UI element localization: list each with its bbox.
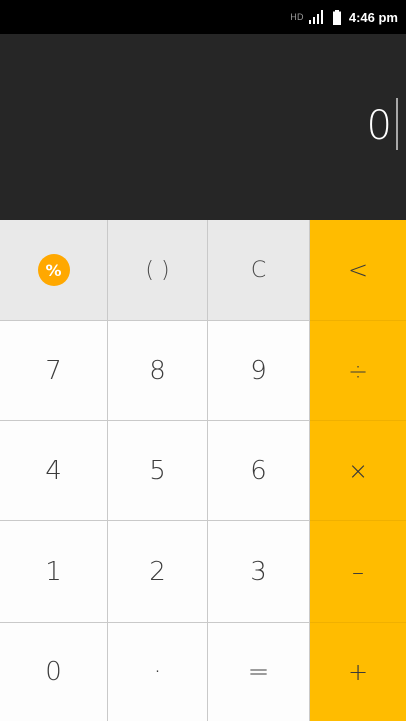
status-bar: HD 4:46 pm xyxy=(0,0,406,34)
equals-button[interactable]: = xyxy=(208,623,310,721)
percent-icon: % xyxy=(37,254,70,286)
text-cursor xyxy=(396,98,398,150)
backspace-button[interactable]: < xyxy=(310,220,406,321)
display-value: 0 xyxy=(366,103,392,149)
digit-2-button[interactable]: 2 xyxy=(108,521,208,623)
status-indicators: HD 4:46 pm xyxy=(290,9,398,25)
clear-button[interactable]: C xyxy=(208,220,310,321)
digit-5-button[interactable]: 5 xyxy=(108,421,208,521)
digit-1-button[interactable]: 1 xyxy=(0,521,108,623)
parentheses-button[interactable]: ( ) xyxy=(108,220,208,321)
plus-button[interactable]: + xyxy=(310,623,406,721)
battery-icon xyxy=(332,9,341,25)
clock-time: 4:46 pm xyxy=(348,9,398,25)
decimal-button[interactable]: · xyxy=(108,623,208,721)
digit-3-button[interactable]: 3 xyxy=(208,521,310,623)
calculator-display[interactable]: 0 xyxy=(0,34,406,220)
keypad: % ( ) C < 7 8 9 ÷ 4 5 6 × 1 2 3 – 0 · = … xyxy=(0,220,406,721)
hd-network-label: HD xyxy=(290,12,304,22)
digit-8-button[interactable]: 8 xyxy=(108,321,208,421)
signal-icon xyxy=(308,10,325,24)
digit-7-button[interactable]: 7 xyxy=(0,321,108,421)
percent-button[interactable]: % xyxy=(0,220,108,321)
digit-4-button[interactable]: 4 xyxy=(0,421,108,521)
digit-0-button[interactable]: 0 xyxy=(0,623,108,721)
digit-9-button[interactable]: 9 xyxy=(208,321,310,421)
minus-button[interactable]: – xyxy=(310,521,406,623)
multiply-button[interactable]: × xyxy=(310,421,406,521)
divide-button[interactable]: ÷ xyxy=(310,321,406,421)
digit-6-button[interactable]: 6 xyxy=(208,421,310,521)
